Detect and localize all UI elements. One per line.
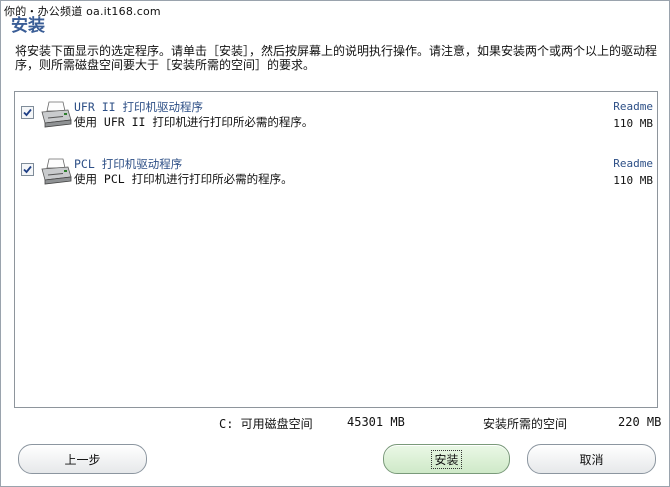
checkbox-pcl[interactable] [21,163,34,176]
installer-window: 你的・办公频道 oa.it168.com 安装 将安装下面显示的选定程序。请单击… [0,0,670,487]
list-item-ufr2: UFR II 打印机驱动程序 使用 UFR II 打印机进行打印所必需的程序。 … [15,98,657,138]
available-space-label: C: 可用磁盘空间 [219,417,313,431]
item-name: UFR II 打印机驱动程序 [74,100,203,114]
watermark-text: 你的・办公频道 oa.it168.com [4,5,161,18]
readme-link[interactable]: Readme [613,100,653,113]
install-button[interactable]: 安装 [383,444,510,474]
checkbox-ufr2[interactable] [21,106,34,119]
item-name: PCL 打印机驱动程序 [74,157,183,171]
available-space-value: 45301 MB [347,415,405,429]
install-button-label: 安装 [431,449,462,469]
printer-icon [41,101,72,128]
back-button[interactable]: 上一步 [18,444,147,474]
item-size: 110 MB [613,117,653,130]
list-item-pcl: PCL 打印机驱动程序 使用 PCL 打印机进行打印所必需的程序。 Readme… [15,155,657,195]
cancel-button[interactable]: 取消 [527,444,656,474]
checkmark-icon [23,165,32,174]
program-list: UFR II 打印机驱动程序 使用 UFR II 打印机进行打印所必需的程序。 … [14,91,658,408]
instruction-text: 将安装下面显示的选定程序。请单击［安装］，然后按屏幕上的说明执行操作。请注意，如… [15,44,658,72]
printer-icon [41,158,72,185]
item-size: 110 MB [613,174,653,187]
item-description: 使用 PCL 打印机进行打印所必需的程序。 [74,172,293,186]
cancel-button-label: 取消 [579,452,604,467]
back-button-label: 上一步 [64,452,101,467]
item-description: 使用 UFR II 打印机进行打印所必需的程序。 [74,115,314,129]
required-space-label: 安装所需的空间 [483,417,568,431]
readme-link[interactable]: Readme [613,157,653,170]
checkmark-icon [23,108,32,117]
required-space-value: 220 MB [618,415,662,429]
